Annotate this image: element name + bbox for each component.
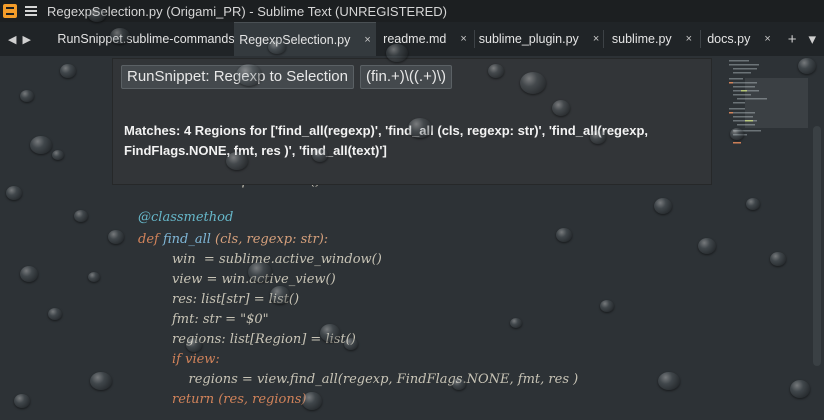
raindrop bbox=[268, 40, 286, 54]
code-line: fmt: str = "$0" bbox=[172, 312, 269, 327]
title-bar: RegexpSelection.py (Origami_PR) - Sublim… bbox=[0, 0, 824, 22]
close-icon[interactable]: × bbox=[460, 33, 466, 45]
raindrop bbox=[408, 118, 432, 138]
function-name: find_all bbox=[162, 232, 211, 247]
raindrop bbox=[552, 100, 570, 116]
raindrop bbox=[52, 150, 64, 160]
raindrop bbox=[698, 238, 716, 254]
close-icon[interactable]: × bbox=[593, 33, 599, 45]
window-title: RegexpSelection.py (Origami_PR) - Sublim… bbox=[47, 3, 447, 19]
raindrop bbox=[88, 8, 106, 22]
raindrop bbox=[20, 90, 34, 102]
raindrop bbox=[770, 252, 786, 266]
function-params: (cls, regexp: str): bbox=[215, 232, 329, 247]
raindrop bbox=[302, 392, 322, 410]
tab-sublime-plugin[interactable]: sublime_plugin.py × bbox=[475, 22, 603, 56]
raindrop bbox=[312, 148, 328, 162]
raindrop bbox=[590, 130, 606, 144]
code-line: win = sublime.active_window() bbox=[172, 252, 382, 267]
raindrop bbox=[270, 286, 290, 304]
raindrop bbox=[30, 136, 52, 154]
tab-label: RegexpSelection.py bbox=[239, 32, 351, 47]
raindrop bbox=[74, 210, 88, 222]
raindrop bbox=[600, 300, 614, 312]
close-icon[interactable]: × bbox=[686, 33, 692, 45]
raindrop bbox=[6, 186, 22, 200]
raindrop bbox=[236, 64, 262, 86]
raindrop bbox=[108, 230, 124, 244]
raindrop bbox=[520, 72, 546, 94]
new-tab-icon[interactable]: + bbox=[788, 31, 797, 48]
tab-runsnippet-commands[interactable]: RunSnippet.sublime-commands bbox=[57, 22, 235, 56]
vertical-scrollbar[interactable] bbox=[813, 126, 821, 366]
raindrop bbox=[60, 64, 76, 78]
raindrop bbox=[248, 262, 272, 282]
close-icon[interactable]: × bbox=[764, 33, 770, 45]
raindrop bbox=[790, 380, 810, 398]
regex-input[interactable]: (fin.+)\((.+)\) bbox=[359, 65, 452, 89]
raindrop bbox=[90, 372, 112, 390]
tab-controls: + ▾ bbox=[788, 22, 816, 56]
raindrop bbox=[488, 64, 504, 78]
tab-docs[interactable]: docs.py × bbox=[701, 22, 777, 56]
code-line: regions = view.find_all(regexp, FindFlag… bbox=[172, 372, 579, 387]
popup-input-row: RunSnippet: Regexp to Selection (fin.+)\… bbox=[121, 65, 452, 89]
next-tab-icon[interactable]: ▶ bbox=[22, 33, 30, 46]
raindrop bbox=[20, 266, 38, 282]
minimap-viewport[interactable] bbox=[745, 78, 808, 128]
raindrop bbox=[452, 378, 466, 390]
tab-nav-arrows: ◀ ▶ bbox=[0, 33, 58, 46]
tab-list-icon[interactable]: ▾ bbox=[808, 30, 816, 48]
tab-label: RunSnippet.sublime-commands bbox=[57, 32, 235, 46]
hamburger-menu-icon[interactable] bbox=[25, 6, 37, 16]
code-line: if view: bbox=[172, 352, 220, 367]
raindrop bbox=[658, 372, 680, 390]
def-keyword: def bbox=[138, 232, 159, 247]
raindrop bbox=[226, 152, 248, 170]
return-statement: return (res, regions) bbox=[172, 392, 307, 407]
raindrop bbox=[110, 28, 130, 44]
tab-label: sublime.py bbox=[611, 32, 672, 46]
raindrop bbox=[88, 272, 100, 282]
raindrop bbox=[186, 338, 202, 352]
raindrop bbox=[386, 44, 408, 62]
tab-regexpselection[interactable]: RegexpSelection.py × bbox=[234, 22, 376, 56]
raindrop bbox=[746, 198, 760, 210]
code-line-return: return (res, regions) bbox=[172, 392, 306, 407]
tab-sublime[interactable]: sublime.py × bbox=[604, 22, 700, 56]
raindrop bbox=[730, 128, 744, 140]
raindrop bbox=[14, 394, 30, 408]
raindrop bbox=[654, 198, 672, 214]
sublime-logo-icon bbox=[3, 4, 17, 18]
previous-tab-icon[interactable]: ◀ bbox=[8, 33, 16, 46]
raindrop bbox=[798, 58, 816, 74]
code-line-def: def find_all (cls, regexp: str): bbox=[138, 232, 328, 247]
close-icon[interactable]: × bbox=[364, 34, 370, 46]
tab-label: sublime_plugin.py bbox=[478, 32, 579, 46]
raindrop bbox=[344, 338, 358, 350]
tab-label: docs.py bbox=[707, 32, 751, 46]
raindrop bbox=[510, 318, 522, 328]
raindrop bbox=[48, 308, 62, 320]
raindrop bbox=[320, 324, 340, 342]
raindrop bbox=[556, 228, 572, 242]
code-line-decorator: @classmethod bbox=[138, 210, 234, 225]
